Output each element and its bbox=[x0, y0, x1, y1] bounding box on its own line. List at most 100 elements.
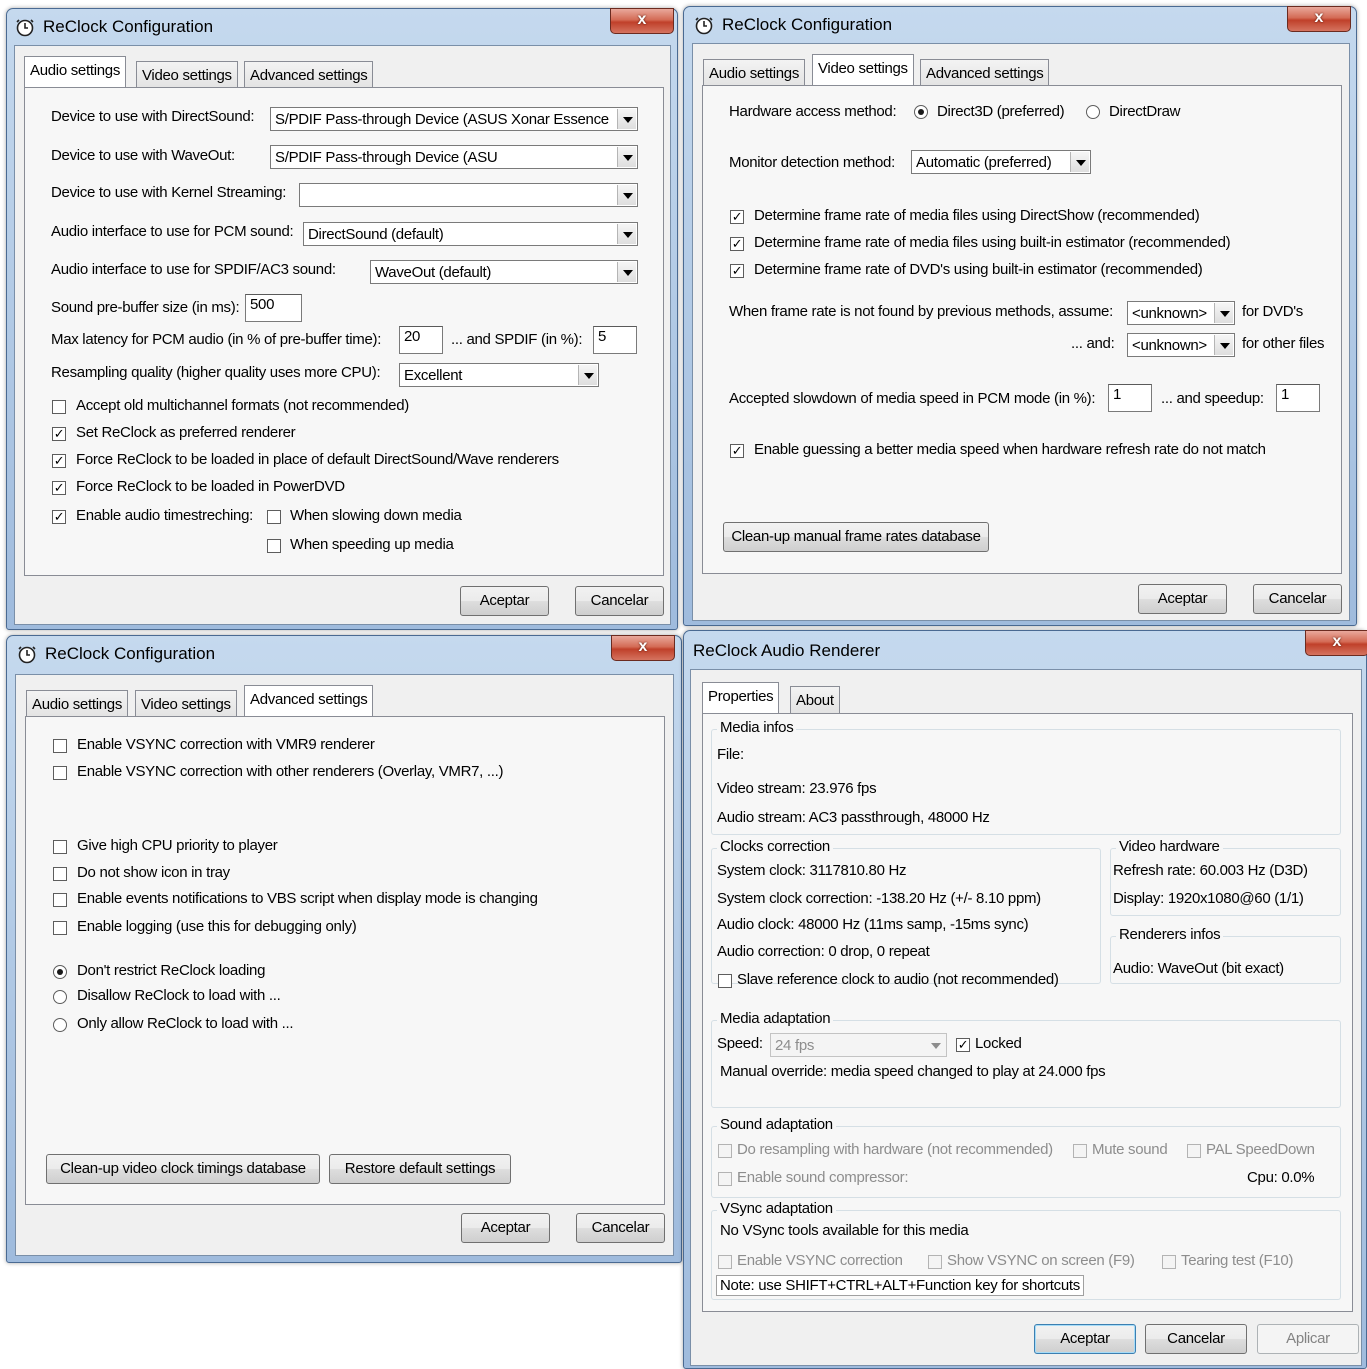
speed-select[interactable]: 24 fps bbox=[770, 1033, 947, 1057]
pal-speeddown-checkbox[interactable] bbox=[1187, 1144, 1201, 1158]
reclock-audio-renderer-window: ReClock Audio Renderer x Properties Abou… bbox=[683, 630, 1367, 1369]
close-button[interactable]: x bbox=[1305, 630, 1367, 656]
directsound-device-select[interactable]: S/PDIF Pass-through Device (ASUS Xonar E… bbox=[270, 107, 638, 131]
dvd-framerate-checkbox[interactable]: ✓ bbox=[730, 264, 744, 278]
pcm-interface-select[interactable]: DirectSound (default) bbox=[303, 222, 638, 246]
show-vsync-label: Show VSYNC on screen (F9) bbox=[947, 1252, 1135, 1269]
slowdown-input[interactable]: 1 bbox=[1108, 384, 1152, 412]
hardware-resampling-checkbox[interactable] bbox=[718, 1144, 732, 1158]
chevron-down-icon bbox=[617, 185, 636, 205]
preferred-renderer-checkbox[interactable]: ✓ bbox=[52, 427, 66, 441]
audio-clock-info: Audio clock: 48000 Hz (11ms samp, -15ms … bbox=[717, 916, 1029, 933]
spdif-latency-input[interactable]: 5 bbox=[593, 326, 637, 354]
spdif-interface-select[interactable]: WaveOut (default) bbox=[370, 260, 638, 284]
cleanup-framerates-button[interactable]: Clean-up manual frame rates database bbox=[723, 522, 989, 552]
high-cpu-checkbox[interactable] bbox=[53, 840, 67, 854]
accept-button[interactable]: Aceptar bbox=[460, 586, 549, 616]
close-button[interactable]: x bbox=[611, 635, 675, 661]
slave-clock-checkbox[interactable] bbox=[718, 974, 732, 988]
close-button[interactable]: x bbox=[1287, 6, 1351, 32]
and-label: ... and: bbox=[1071, 335, 1115, 352]
vsync-other-checkbox[interactable] bbox=[53, 766, 67, 780]
tearing-test-checkbox[interactable] bbox=[1162, 1255, 1176, 1269]
dvd-framerate-select[interactable]: <unknown> bbox=[1127, 301, 1235, 325]
tab-audio-settings[interactable]: Audio settings bbox=[703, 59, 806, 86]
dont-restrict-label: Don't restrict ReClock loading bbox=[77, 962, 266, 979]
tab-audio-settings[interactable]: Audio settings bbox=[26, 690, 129, 717]
restore-defaults-button[interactable]: Restore default settings bbox=[329, 1154, 511, 1184]
kernel-streaming-select[interactable] bbox=[299, 183, 638, 207]
builtin-framerate-checkbox[interactable]: ✓ bbox=[730, 237, 744, 251]
tab-advanced-settings[interactable]: Advanced settings bbox=[244, 61, 374, 88]
show-vsync-checkbox[interactable] bbox=[928, 1255, 942, 1269]
locked-checkbox[interactable]: ✓ bbox=[956, 1038, 970, 1052]
sound-compressor-checkbox[interactable] bbox=[718, 1172, 732, 1186]
title-bar[interactable]: ReClock Configuration x bbox=[7, 8, 677, 45]
guess-speed-checkbox[interactable]: ✓ bbox=[730, 444, 744, 458]
prebuffer-input[interactable]: 500 bbox=[245, 294, 302, 322]
title-bar[interactable]: ReClock Configuration x bbox=[7, 635, 681, 672]
dont-restrict-radio[interactable] bbox=[53, 965, 67, 979]
logging-checkbox[interactable] bbox=[53, 921, 67, 935]
hw-access-label: Hardware access method: bbox=[729, 103, 897, 120]
pcm-latency-input[interactable]: 20 bbox=[399, 326, 443, 354]
cleanup-timings-button[interactable]: Clean-up video clock timings database bbox=[46, 1154, 320, 1184]
cancel-button[interactable]: Cancelar bbox=[576, 1213, 665, 1243]
logging-label: Enable logging (use this for debugging o… bbox=[77, 918, 357, 935]
monitor-detection-label: Monitor detection method: bbox=[729, 154, 895, 171]
directdraw-radio[interactable] bbox=[1086, 105, 1100, 119]
directshow-framerate-checkbox[interactable]: ✓ bbox=[730, 210, 744, 224]
no-tray-icon-checkbox[interactable] bbox=[53, 867, 67, 881]
clock-icon bbox=[18, 646, 36, 664]
tab-video-settings[interactable]: Video settings bbox=[136, 61, 238, 88]
waveout-device-select[interactable]: S/PDIF Pass-through Device (ASU bbox=[270, 145, 638, 169]
accept-button[interactable]: Aceptar bbox=[1034, 1324, 1136, 1354]
speeding-up-checkbox[interactable] bbox=[267, 539, 281, 553]
force-default-checkbox[interactable]: ✓ bbox=[52, 454, 66, 468]
cancel-button[interactable]: Cancelar bbox=[575, 586, 664, 616]
direct3d-radio[interactable] bbox=[914, 105, 928, 119]
enable-vsync-label: Enable VSYNC correction bbox=[737, 1252, 903, 1269]
tab-about[interactable]: About bbox=[790, 686, 840, 713]
for-dvds-label: for DVD's bbox=[1242, 303, 1304, 320]
tab-properties[interactable]: Properties bbox=[702, 682, 780, 713]
only-allow-radio[interactable] bbox=[53, 1018, 67, 1032]
tab-panel: Device to use with DirectSound: S/PDIF P… bbox=[24, 87, 664, 576]
for-other-files-label: for other files bbox=[1242, 335, 1325, 352]
vsync-vmr9-checkbox[interactable] bbox=[53, 739, 67, 753]
tab-advanced-settings[interactable]: Advanced settings bbox=[244, 685, 374, 716]
locked-label: Locked bbox=[975, 1035, 1022, 1052]
other-framerate-select[interactable]: <unknown> bbox=[1127, 333, 1235, 357]
tab-video-settings[interactable]: Video settings bbox=[812, 54, 914, 85]
accept-button[interactable]: Aceptar bbox=[461, 1213, 550, 1243]
tab-video-settings[interactable]: Video settings bbox=[135, 690, 237, 717]
apply-button[interactable]: Aplicar bbox=[1257, 1324, 1359, 1354]
high-cpu-label: Give high CPU priority to player bbox=[77, 837, 278, 854]
close-button[interactable]: x bbox=[610, 8, 674, 34]
vbs-notify-checkbox[interactable] bbox=[53, 893, 67, 907]
title-bar[interactable]: ReClock Audio Renderer x bbox=[684, 630, 1367, 667]
tab-audio-settings[interactable]: Audio settings bbox=[24, 56, 127, 87]
dialog-body: Audio settings Video settings Advanced s… bbox=[15, 674, 674, 1256]
timestretching-checkbox[interactable]: ✓ bbox=[52, 510, 66, 524]
resampling-quality-select[interactable]: Excellent bbox=[399, 363, 599, 387]
chevron-down-icon bbox=[1070, 152, 1089, 172]
title-bar[interactable]: ReClock Configuration x bbox=[684, 6, 1356, 43]
speedup-input[interactable]: 1 bbox=[1276, 384, 1320, 412]
accept-button[interactable]: Aceptar bbox=[1138, 584, 1227, 614]
tab-advanced-settings[interactable]: Advanced settings bbox=[920, 59, 1050, 86]
cancel-button[interactable]: Cancelar bbox=[1145, 1324, 1247, 1354]
video-stream-info: Video stream: 23.976 fps bbox=[717, 780, 877, 797]
video-hardware-group: Video hardware Refresh rate: 60.003 Hz (… bbox=[1110, 838, 1341, 916]
mute-sound-checkbox[interactable] bbox=[1073, 1144, 1087, 1158]
cancel-button[interactable]: Cancelar bbox=[1253, 584, 1342, 614]
old-multichannel-checkbox[interactable] bbox=[52, 400, 66, 414]
slowing-down-checkbox[interactable] bbox=[267, 510, 281, 524]
window-title: ReClock Audio Renderer bbox=[693, 641, 881, 660]
enable-vsync-checkbox[interactable] bbox=[718, 1255, 732, 1269]
disallow-radio[interactable] bbox=[53, 990, 67, 1004]
force-powerdvd-checkbox[interactable]: ✓ bbox=[52, 481, 66, 495]
chevron-down-icon bbox=[1214, 303, 1233, 323]
monitor-detection-select[interactable]: Automatic (preferred) bbox=[911, 150, 1091, 174]
pcm-latency-label: Max latency for PCM audio (in % of pre-b… bbox=[51, 331, 382, 348]
